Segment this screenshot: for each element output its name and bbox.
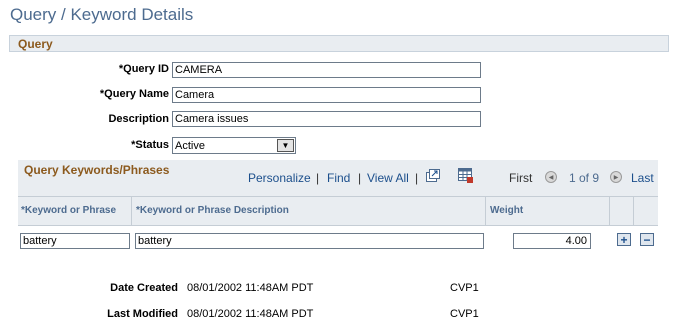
query-name-field[interactable] (172, 87, 481, 103)
query-section-header: Query (9, 35, 669, 52)
chevron-down-icon[interactable]: ▼ (277, 139, 294, 152)
toolbar-separator: | (415, 171, 419, 185)
last-modified-value: 08/01/2002 11:48AM PDT (187, 308, 314, 320)
download-grid-icon[interactable] (458, 168, 474, 183)
keyword-field[interactable] (20, 233, 130, 249)
column-header-keyword: *Keyword or Phrase (18, 196, 132, 225)
keyword-description-field[interactable] (135, 233, 484, 249)
status-select-value: Active (175, 140, 205, 152)
personalize-link[interactable]: Personalize (248, 171, 311, 185)
toolbar-separator: | (358, 171, 362, 185)
toolbar-separator: | (316, 171, 320, 185)
column-header-description: *Keyword or Phrase Description (132, 196, 486, 225)
column-header-weight: Weight (486, 196, 610, 225)
modified-by-value: CVP1 (450, 308, 479, 320)
date-created-label: Date Created (110, 282, 178, 294)
query-id-label: *Query ID (118, 63, 169, 75)
next-arrow-icon[interactable]: ▶ (610, 171, 622, 183)
weight-field[interactable] (513, 233, 591, 249)
query-name-label: *Query Name (99, 88, 169, 100)
column-header-delete (634, 196, 658, 225)
query-section-title: Query (18, 37, 53, 51)
delete-row-icon[interactable]: − (640, 233, 654, 246)
grid-header: Query Keywords/Phrases Personalize | Fin… (18, 160, 658, 196)
zoom-window-icon[interactable] (426, 169, 440, 182)
header-divider (18, 225, 658, 226)
view-all-link[interactable]: View All (367, 171, 409, 185)
created-by-value: CVP1 (450, 282, 479, 294)
page-title: Query / Keyword Details (10, 5, 194, 24)
grid-title: Query Keywords/Phrases (24, 163, 170, 177)
last-modified-label: Last Modified (107, 308, 178, 320)
column-header-weight-text: Weight (490, 205, 524, 216)
previous-arrow-icon[interactable]: ◀ (545, 171, 557, 183)
description-label: Description (108, 113, 169, 125)
status-select[interactable]: Active ▼ (172, 137, 296, 154)
last-link[interactable]: Last (631, 171, 654, 185)
column-header-keyword-text: *Keyword or Phrase (21, 205, 117, 216)
find-link[interactable]: Find (327, 171, 350, 185)
description-field[interactable] (172, 111, 481, 127)
add-row-icon[interactable]: + (617, 233, 631, 246)
first-label: First (509, 171, 533, 185)
column-header-description-text: *Keyword or Phrase Description (136, 205, 289, 216)
row-count: 1 of 9 (569, 171, 600, 185)
query-id-field[interactable] (172, 62, 481, 78)
date-created-value: 08/01/2002 11:48AM PDT (187, 282, 314, 294)
status-label: *Status (131, 139, 169, 151)
column-header-add (610, 196, 634, 225)
